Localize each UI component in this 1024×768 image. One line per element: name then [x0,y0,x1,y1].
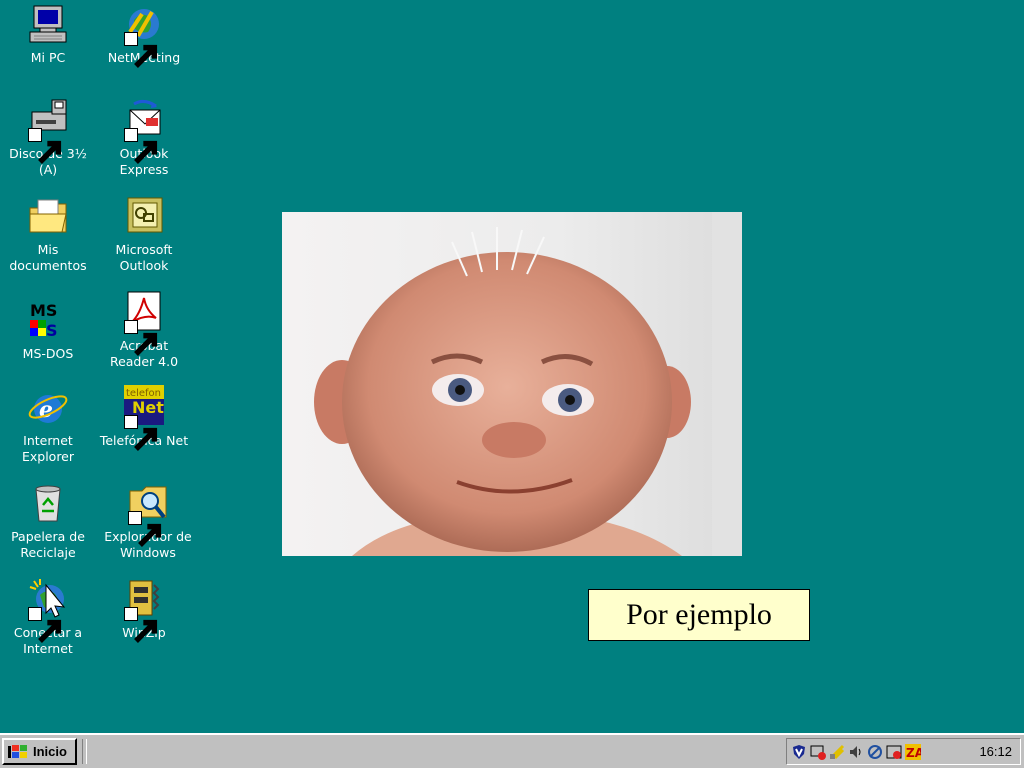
baby-face-photo [282,212,742,556]
recycle-bin-icon [26,481,70,525]
taskbar-clock[interactable]: 16:12 [979,744,1012,759]
desktop-icon-outlook-express[interactable]: Outlook Express [96,98,192,178]
winzip-icon [122,577,166,643]
desktop-icon-windows-explorer[interactable]: Explorador de Windows [100,481,196,561]
desktop-icon-netmeeting[interactable]: NetMeeting [96,2,192,68]
desktop-icon-my-computer[interactable]: Mi PC [0,2,96,66]
internet-explorer-icon: e [26,385,70,429]
desktop-icon-label: Internet Explorer [21,433,75,464]
firewall-icon[interactable] [886,744,902,760]
floppy-drive-icon [26,98,70,164]
taskbar-grip[interactable] [82,739,87,764]
shortcut-arrow-icon [124,415,158,451]
desktop-icon-acrobat-reader[interactable]: Acrobat Reader 4.0 [96,290,192,370]
start-button-label: Inicio [33,744,67,759]
ms-dos-icon: MS S [26,298,70,342]
shortcut-arrow-icon [128,511,162,547]
netmeeting-icon [122,2,166,68]
acrobat-reader-icon [122,290,166,356]
telefonica-net-icon: telefon Net [122,385,166,451]
desktop-icon-telefonica-net[interactable]: telefon Net Telefónica Net [96,385,192,451]
windows-explorer-icon [126,481,170,547]
volume-icon[interactable] [848,744,864,760]
my-computer-icon [26,2,70,46]
desktop-icon-internet-explorer[interactable]: e Internet Explorer [0,385,96,465]
callout-label: Por ejemplo [588,589,810,641]
desktop-icon-floppy[interactable]: Disco de 3½ (A) [0,98,96,178]
connect-internet-icon [26,577,70,643]
shortcut-arrow-icon [124,607,158,643]
desktop-icon-my-documents[interactable]: Mis documentos [0,194,96,274]
taskbar: Inicio ZA 16:12 [0,733,1024,768]
desktop-icon-label: Papelera de Reciclaje [11,529,85,560]
desktop-icon-label: MS-DOS [22,346,74,361]
antivirus-shield-icon[interactable] [791,744,807,760]
shortcut-arrow-icon [28,128,62,164]
svg-text:MS: MS [30,301,57,320]
start-button[interactable]: Inicio [2,738,77,765]
desktop-icon-label: Microsoft Outlook [115,242,173,273]
desktop: Mi PC Disco de 3½ (A) Mis documentos MS … [0,0,1024,733]
desktop-icon-label: Mi PC [30,50,66,65]
svg-text:S: S [46,321,58,340]
connection-icon[interactable] [867,744,883,760]
desktop-icon-microsoft-outlook[interactable]: Microsoft Outlook [96,194,192,274]
outlook-express-icon [122,98,166,164]
desktop-icon-ms-dos[interactable]: MS S MS-DOS [0,298,96,362]
shortcut-arrow-icon [124,320,158,356]
windows-logo-icon [8,744,27,758]
desktop-icon-connect-internet[interactable]: Conectar a Internet [0,577,96,657]
shortcut-arrow-icon [124,128,158,164]
shortcut-arrow-icon [124,32,158,68]
desktop-icon-label: Mis documentos [9,242,87,273]
system-tray: ZA 16:12 [786,738,1021,765]
network-icon[interactable] [829,744,845,760]
shortcut-arrow-icon [28,607,62,643]
zonealarm-icon[interactable]: ZA [905,743,921,760]
my-documents-icon [26,194,70,238]
microsoft-outlook-icon [122,194,166,238]
desktop-icon-winzip[interactable]: WinZip [96,577,192,643]
media-icon[interactable] [810,744,826,760]
desktop-icon-recycle-bin[interactable]: Papelera de Reciclaje [0,481,96,561]
svg-text:ZA: ZA [906,746,921,760]
